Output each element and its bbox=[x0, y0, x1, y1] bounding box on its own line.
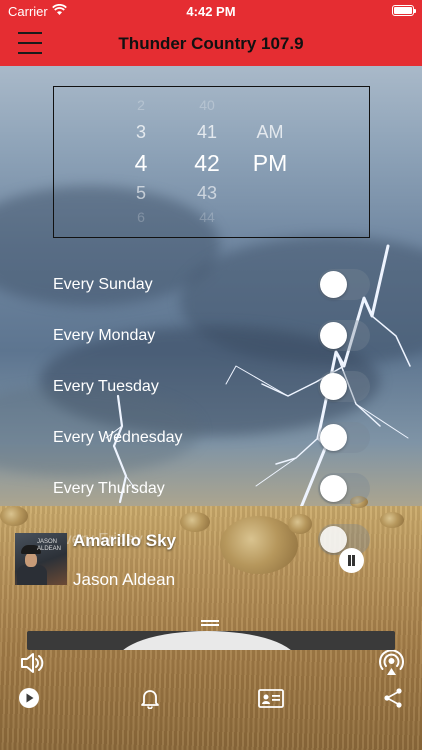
minute-option[interactable]: 44 bbox=[189, 209, 225, 225]
period-option[interactable]: AM bbox=[250, 122, 290, 143]
navigation-bar: Carrier 4:42 PM Thunder Country 107.9 bbox=[0, 0, 422, 66]
hour-option[interactable]: 5 bbox=[126, 183, 156, 204]
volume-icon[interactable] bbox=[19, 651, 45, 675]
day-label-sunday: Every Sunday bbox=[53, 276, 153, 293]
play-icon[interactable] bbox=[18, 687, 40, 709]
minute-selected[interactable]: 42 bbox=[189, 150, 225, 177]
day-label-thursday: Every Thursday bbox=[53, 480, 165, 497]
minute-option[interactable]: 43 bbox=[189, 183, 225, 204]
toggle-tuesday[interactable] bbox=[318, 371, 370, 402]
hay-bale bbox=[220, 516, 298, 574]
toggle-wednesday[interactable] bbox=[318, 422, 370, 453]
hour-selected[interactable]: 4 bbox=[126, 150, 156, 177]
share-icon[interactable] bbox=[382, 687, 404, 709]
album-art-text: ALDEAN bbox=[37, 546, 62, 552]
period-wheel[interactable]: AM PM bbox=[250, 87, 290, 239]
album-art[interactable]: JASON ALDEAN bbox=[15, 533, 67, 585]
minute-option[interactable]: 40 bbox=[189, 97, 225, 113]
album-art-text: JASON bbox=[37, 539, 58, 545]
drawer-handle[interactable] bbox=[201, 620, 219, 626]
period-selected[interactable]: PM bbox=[250, 150, 290, 177]
minute-wheel[interactable]: 40 41 42 43 44 bbox=[189, 87, 225, 239]
bell-icon[interactable] bbox=[140, 687, 160, 709]
time-picker[interactable]: 2 3 4 5 6 40 41 42 43 44 AM PM bbox=[53, 86, 370, 238]
day-label-monday: Every Monday bbox=[53, 327, 156, 344]
now-playing-artist: Jason Aldean bbox=[73, 570, 176, 589]
toggle-thursday[interactable] bbox=[318, 473, 370, 504]
pause-icon[interactable] bbox=[339, 548, 364, 573]
toggle-sunday[interactable] bbox=[318, 269, 370, 300]
status-bar: Carrier 4:42 PM bbox=[0, 0, 422, 22]
now-playing-title: Amarillo Sky bbox=[73, 531, 176, 550]
page-title: Thunder Country 107.9 bbox=[118, 34, 304, 53]
status-time: 4:42 PM bbox=[186, 4, 236, 19]
airplay-icon[interactable] bbox=[378, 650, 405, 677]
contact-card-icon[interactable] bbox=[258, 688, 284, 708]
battery-icon bbox=[392, 5, 416, 16]
hay-bale bbox=[288, 514, 312, 534]
hour-option[interactable]: 2 bbox=[126, 97, 156, 113]
hay-bale bbox=[180, 512, 210, 532]
minute-option[interactable]: 41 bbox=[189, 122, 225, 143]
hour-option[interactable]: 3 bbox=[126, 122, 156, 143]
day-label-wednesday: Every Wednesday bbox=[53, 429, 183, 446]
hay-bale bbox=[380, 512, 404, 528]
day-label-tuesday: Every Tuesday bbox=[53, 378, 159, 395]
banner-image[interactable] bbox=[27, 631, 395, 650]
hay-bale bbox=[0, 506, 28, 526]
hour-option[interactable]: 6 bbox=[126, 209, 156, 225]
hour-wheel[interactable]: 2 3 4 5 6 bbox=[126, 87, 156, 239]
toggle-monday[interactable] bbox=[318, 320, 370, 351]
